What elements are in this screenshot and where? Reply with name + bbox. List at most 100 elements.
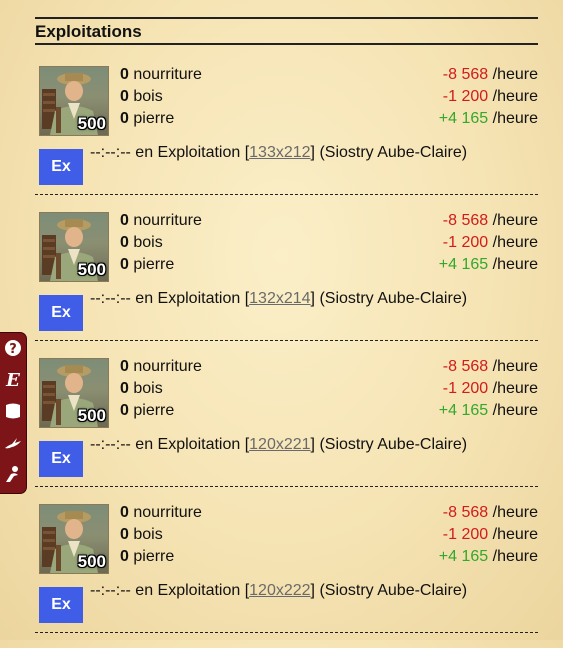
rate-unit: /heure (492, 66, 538, 83)
rate-value: +4 165 (438, 548, 489, 565)
resource-qty: 0 (120, 504, 129, 521)
rate-unit: /heure (492, 504, 538, 521)
resource-qty: 0 (120, 212, 129, 229)
entry-separator (35, 632, 538, 633)
resource-qty: 0 (120, 358, 129, 375)
exploitation-status: --:--:-- en Exploitation [120x221] (Sios… (90, 436, 470, 454)
exploitation-entry: 500 0 nourriture -8 568 /heure 0 bois -1… (35, 502, 538, 648)
rate-value: -8 568 (442, 504, 489, 521)
resource-qty: 0 (120, 88, 129, 105)
resource-qty: 0 (120, 66, 129, 83)
status-prefix: --:--:-- en Exploitation [ (90, 582, 250, 599)
character-icon[interactable] (3, 464, 23, 484)
svg-text:E: E (5, 370, 20, 389)
rate-unit: /heure (492, 526, 538, 543)
entry-separator (35, 486, 538, 487)
section-title: Exploitations (35, 21, 538, 45)
resource-name: nourriture (133, 212, 202, 229)
resource-name: bois (133, 526, 163, 543)
bird-icon[interactable] (3, 433, 23, 453)
resource-row-bois: 0 bois -1 200 /heure (120, 232, 538, 254)
entry-separator (35, 340, 538, 341)
worker-level: 500 (77, 114, 106, 133)
worker-portrait[interactable]: 500 (39, 212, 109, 282)
resource-qty: 0 (120, 548, 129, 565)
resource-name: pierre (133, 110, 175, 127)
rate-unit: /heure (492, 380, 538, 397)
resource-qty: 0 (120, 234, 129, 251)
scroll-icon[interactable] (3, 401, 23, 421)
resource-row-pierre: 0 pierre +4 165 /heure (120, 108, 538, 130)
exploitation-status: --:--:-- en Exploitation [132x214] (Sios… (90, 290, 470, 308)
worker-level: 500 (77, 552, 106, 571)
resource-rate: -8 568 /heure (443, 64, 538, 86)
coordinates-link[interactable]: 120x221 (249, 436, 310, 453)
rate-unit: /heure (492, 234, 538, 251)
worker-portrait[interactable]: 500 (39, 504, 109, 574)
resource-rate: -1 200 /heure (443, 524, 538, 546)
resource-row-bois: 0 bois -1 200 /heure (120, 378, 538, 400)
exploitation-status: --:--:-- en Exploitation [120x222] (Sios… (90, 582, 470, 600)
resource-rate: +4 165 /heure (439, 108, 538, 130)
resource-rate: +4 165 /heure (439, 546, 538, 568)
svg-text:?: ? (9, 342, 17, 357)
worker-level: 500 (77, 260, 106, 279)
rate-unit: /heure (492, 110, 538, 127)
resource-name: pierre (133, 548, 175, 565)
status-suffix: ] (Siostry Aube-Claire) (310, 144, 468, 161)
resource-name: nourriture (133, 66, 202, 83)
rate-unit: /heure (492, 358, 538, 375)
exploitation-button[interactable]: Ex (39, 587, 83, 623)
resource-row-pierre: 0 pierre +4 165 /heure (120, 546, 538, 568)
rate-unit: /heure (492, 256, 538, 273)
coordinates-link[interactable]: 120x222 (249, 582, 310, 599)
rate-unit: /heure (492, 212, 538, 229)
resource-name: bois (133, 234, 163, 251)
resource-qty: 0 (120, 110, 129, 127)
resource-name: bois (133, 380, 163, 397)
exploitation-entry: 500 0 nourriture -8 568 /heure 0 bois -1… (35, 64, 538, 210)
resource-name: pierre (133, 256, 175, 273)
exploitation-button[interactable]: Ex (39, 441, 83, 477)
worker-portrait[interactable]: 500 (39, 358, 109, 428)
resource-qty: 0 (120, 256, 129, 273)
resource-rate: -8 568 /heure (443, 356, 538, 378)
rate-value: -1 200 (442, 88, 489, 105)
entry-separator (35, 194, 538, 195)
resource-rate: -8 568 /heure (443, 210, 538, 232)
resource-row-pierre: 0 pierre +4 165 /heure (120, 400, 538, 422)
exploitation-button[interactable]: Ex (39, 295, 83, 331)
status-suffix: ] (Siostry Aube-Claire) (310, 436, 468, 453)
resource-qty: 0 (120, 526, 129, 543)
resource-row-nourriture: 0 nourriture -8 568 /heure (120, 64, 538, 86)
worker-portrait[interactable]: 500 (39, 66, 109, 136)
resource-row-bois: 0 bois -1 200 /heure (120, 86, 538, 108)
chronicle-icon[interactable]: E (3, 369, 23, 389)
exploitation-entry: 500 0 nourriture -8 568 /heure 0 bois -1… (35, 356, 538, 502)
coordinates-link[interactable]: 132x214 (249, 290, 310, 307)
coordinates-link[interactable]: 133x212 (249, 144, 310, 161)
resource-qty: 0 (120, 380, 129, 397)
worker-level: 500 (77, 406, 106, 425)
rate-value: -1 200 (442, 526, 489, 543)
status-suffix: ] (Siostry Aube-Claire) (310, 290, 468, 307)
resource-name: nourriture (133, 504, 202, 521)
rate-value: +4 165 (438, 110, 489, 127)
resource-rate: -1 200 /heure (443, 86, 538, 108)
exploitation-button[interactable]: Ex (39, 149, 83, 185)
status-prefix: --:--:-- en Exploitation [ (90, 290, 250, 307)
resource-rate: -1 200 /heure (443, 378, 538, 400)
status-prefix: --:--:-- en Exploitation [ (90, 144, 250, 161)
rate-value: -1 200 (442, 234, 489, 251)
resource-row-nourriture: 0 nourriture -8 568 /heure (120, 210, 538, 232)
resource-row-bois: 0 bois -1 200 /heure (120, 524, 538, 546)
resource-row-pierre: 0 pierre +4 165 /heure (120, 254, 538, 276)
status-prefix: --:--:-- en Exploitation [ (90, 436, 250, 453)
resource-name: nourriture (133, 358, 202, 375)
resource-row-nourriture: 0 nourriture -8 568 /heure (120, 502, 538, 524)
help-icon[interactable]: ? (3, 338, 23, 358)
rate-unit: /heure (492, 88, 538, 105)
resource-rate: -8 568 /heure (443, 502, 538, 524)
resource-rate: -1 200 /heure (443, 232, 538, 254)
rate-value: -8 568 (442, 358, 489, 375)
